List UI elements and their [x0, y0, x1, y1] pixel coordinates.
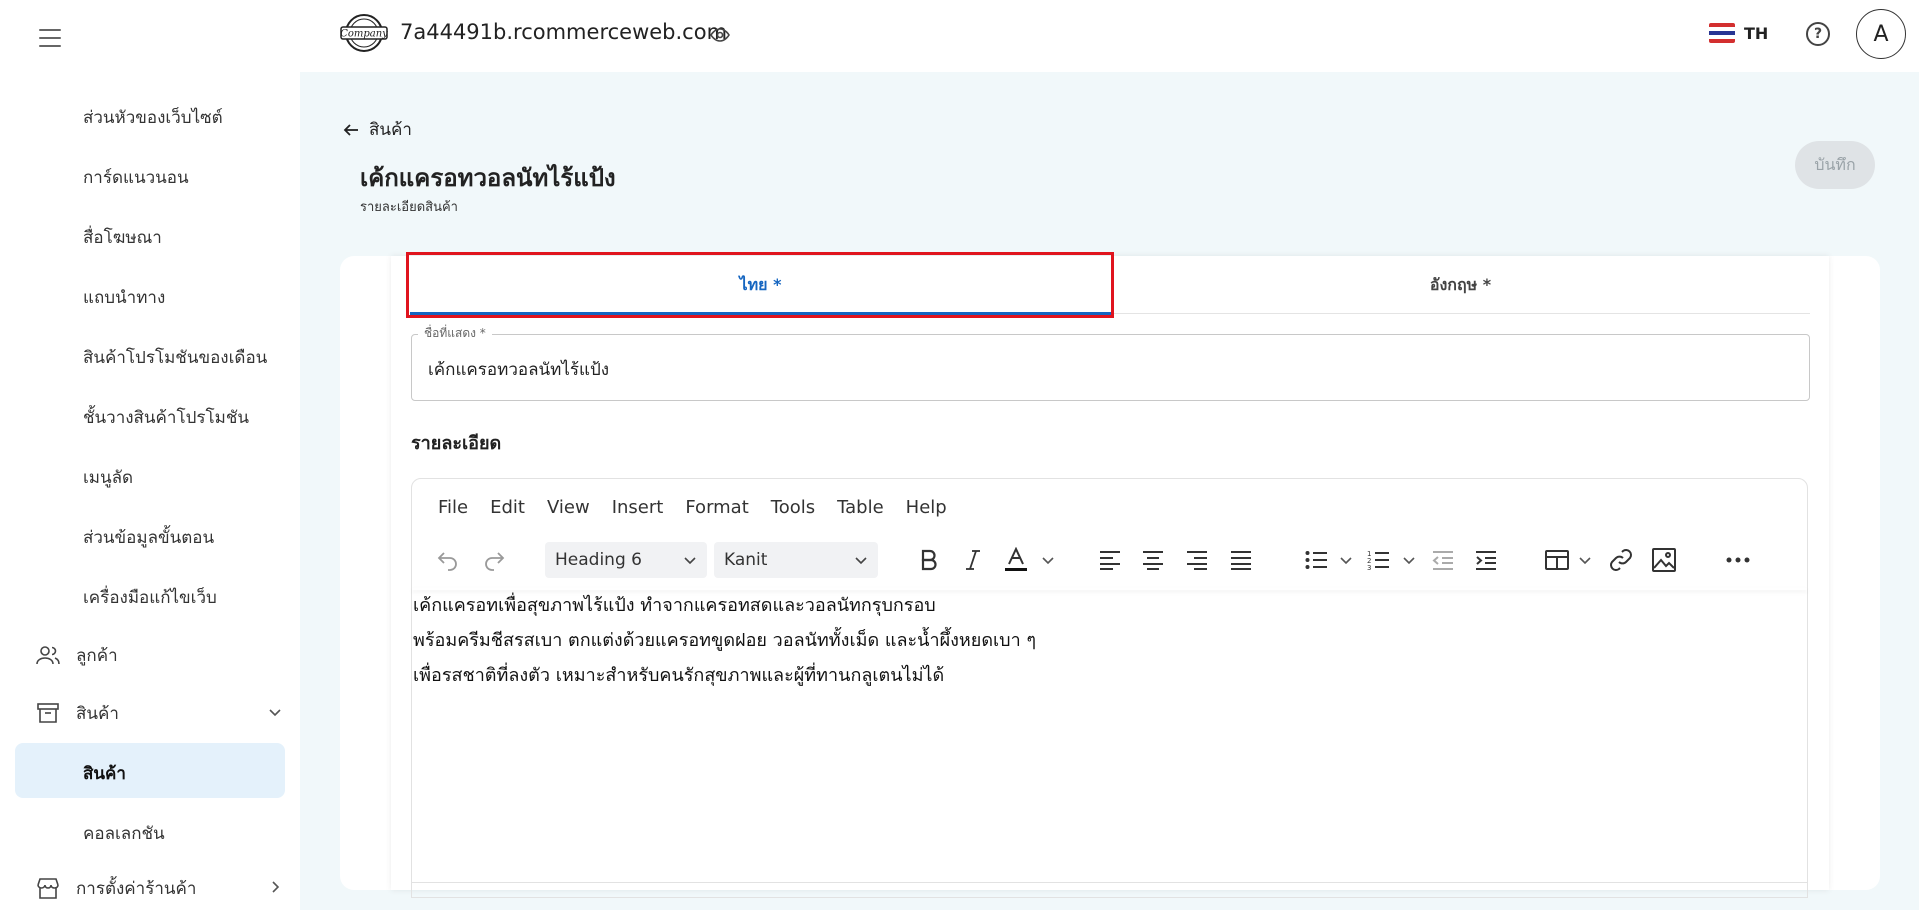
block-format-value: Heading 6: [555, 550, 642, 570]
chevron-down-icon[interactable]: [1571, 546, 1599, 574]
page-title: เค้กแครอทวอลนัทไร้แป้ง: [360, 164, 616, 192]
site-domain: 7a44491b.rcommerceweb.com: [400, 20, 728, 44]
chevron-down-icon[interactable]: [1332, 546, 1360, 574]
menu-tools[interactable]: Tools: [771, 497, 815, 518]
bullet-list-icon[interactable]: [1302, 546, 1330, 574]
text-color-icon[interactable]: [1002, 546, 1030, 574]
company-logo: Company: [339, 13, 389, 53]
sidebar-item-promo-shelf[interactable]: ชั้นวางสินค้าโปรโมชัน: [83, 404, 249, 431]
chevron-down-icon[interactable]: [1034, 546, 1062, 574]
language-selector[interactable]: TH: [1744, 24, 1768, 43]
language-tabs: ไทย * อังกฤษ *: [410, 256, 1810, 315]
sidebar-item-label: ลูกค้า: [76, 645, 118, 666]
font-family-select[interactable]: Kanit: [714, 542, 878, 578]
menu-table[interactable]: Table: [837, 497, 884, 518]
sidebar-item-customers[interactable]: ลูกค้า: [36, 641, 282, 669]
display-name-value[interactable]: เค้กแครอทวอลนัทไร้แป้ง: [428, 356, 609, 383]
bold-icon[interactable]: [915, 546, 943, 574]
save-button[interactable]: บันทึก: [1795, 141, 1875, 189]
font-family-value: Kanit: [724, 550, 768, 570]
archive-icon: [36, 701, 60, 725]
chevron-down-icon: [854, 552, 868, 572]
numbered-list-icon[interactable]: 123: [1364, 546, 1392, 574]
menu-edit[interactable]: Edit: [490, 497, 525, 518]
sidebar-item-collections[interactable]: คอลเลกชัน: [83, 820, 165, 847]
users-icon: [36, 643, 60, 667]
outdent-icon[interactable]: [1429, 546, 1457, 574]
align-right-icon[interactable]: [1183, 546, 1211, 574]
help-icon[interactable]: ?: [1806, 22, 1830, 46]
sidebar-item-steps-section[interactable]: ส่วนข้อมูลขั้นตอน: [83, 524, 214, 551]
align-left-icon[interactable]: [1096, 546, 1124, 574]
menu-file[interactable]: File: [438, 497, 468, 518]
editor-menubar: File Edit View Insert Format Tools Table…: [438, 497, 969, 518]
chevron-down-icon: [683, 552, 697, 572]
menu-icon[interactable]: [39, 29, 61, 47]
back-link-label: สินค้า: [369, 120, 412, 140]
table-icon[interactable]: [1543, 546, 1571, 574]
link-icon[interactable]: [1607, 546, 1635, 574]
sidebar-item-monthly-promo[interactable]: สินค้าโปรโมชันของเดือน: [83, 344, 267, 371]
menu-help[interactable]: Help: [906, 497, 947, 518]
tab-english[interactable]: อังกฤษ *: [1111, 256, 1810, 314]
sidebar-item-shortcut-menu[interactable]: เมนูลัด: [83, 464, 133, 491]
thai-flag-icon[interactable]: [1709, 23, 1735, 43]
sidebar-item-ads[interactable]: สื่อโฆษณา: [83, 224, 162, 251]
editor-statusbar-divider: [412, 882, 1807, 883]
image-icon[interactable]: [1650, 546, 1678, 574]
italic-icon[interactable]: [959, 546, 987, 574]
sidebar-item-products-list[interactable]: สินค้า: [83, 760, 126, 787]
menu-view[interactable]: View: [547, 497, 590, 518]
editor-content-line[interactable]: เพื่อรสชาติที่ลงตัว เหมาะสำหรับคนรักสุขภ…: [413, 660, 944, 689]
svg-text:Company: Company: [340, 29, 388, 40]
page-subtitle: รายละเอียดสินค้า: [360, 200, 458, 215]
block-format-select[interactable]: Heading 6: [545, 542, 707, 578]
more-icon[interactable]: [1724, 546, 1752, 574]
chevron-right-icon: [268, 879, 282, 899]
details-title: รายละเอียด: [411, 433, 502, 454]
align-center-icon[interactable]: [1139, 546, 1167, 574]
arrow-left-icon: [343, 123, 358, 136]
sidebar-item-horizontal-card[interactable]: การ์ดแนวนอน: [83, 164, 189, 191]
tab-thai[interactable]: ไทย *: [410, 256, 1111, 315]
sidebar-item-store-settings[interactable]: การตั้งค่าร้านค้า: [36, 874, 282, 902]
sidebar-active-highlight: [15, 743, 285, 798]
avatar[interactable]: A: [1856, 9, 1906, 59]
align-justify-icon[interactable]: [1227, 546, 1255, 574]
editor-content-line[interactable]: พร้อมครีมชีสรสเบา ตกแต่งด้วยแครอทขูดฝอย …: [413, 625, 1036, 654]
sidebar-item-label: สินค้า: [76, 703, 119, 724]
back-link[interactable]: สินค้า: [343, 116, 412, 143]
indent-icon[interactable]: [1472, 546, 1500, 574]
store-icon: [36, 876, 60, 900]
sidebar: ส่วนหัวของเว็บไซต์ การ์ดแนวนอน สื่อโฆษณา…: [0, 0, 300, 910]
sidebar-item-navbar[interactable]: แถบนำทาง: [83, 284, 165, 311]
chevron-down-icon[interactable]: [1395, 546, 1423, 574]
sidebar-item-website-header[interactable]: ส่วนหัวของเว็บไซต์: [83, 104, 223, 131]
sidebar-item-label: การตั้งค่าร้านค้า: [76, 878, 197, 899]
chevron-down-icon: [268, 704, 282, 724]
eye-icon[interactable]: [710, 25, 730, 49]
menu-insert[interactable]: Insert: [612, 497, 664, 518]
undo-icon[interactable]: [434, 546, 462, 574]
svg-text:3: 3: [1367, 564, 1371, 571]
sidebar-item-web-editor[interactable]: เครื่องมือแก้ไขเว็บ: [83, 584, 217, 611]
sidebar-item-products[interactable]: สินค้า: [36, 699, 282, 727]
editor-content-line[interactable]: เค้กแครอทเพื่อสุขภาพไร้แป้ง ทำจากแครอทสด…: [413, 590, 936, 619]
display-name-field[interactable]: [411, 334, 1810, 401]
redo-icon[interactable]: [480, 546, 508, 574]
display-name-label: ชื่อที่แสดง *: [418, 324, 492, 343]
menu-format[interactable]: Format: [685, 497, 748, 518]
